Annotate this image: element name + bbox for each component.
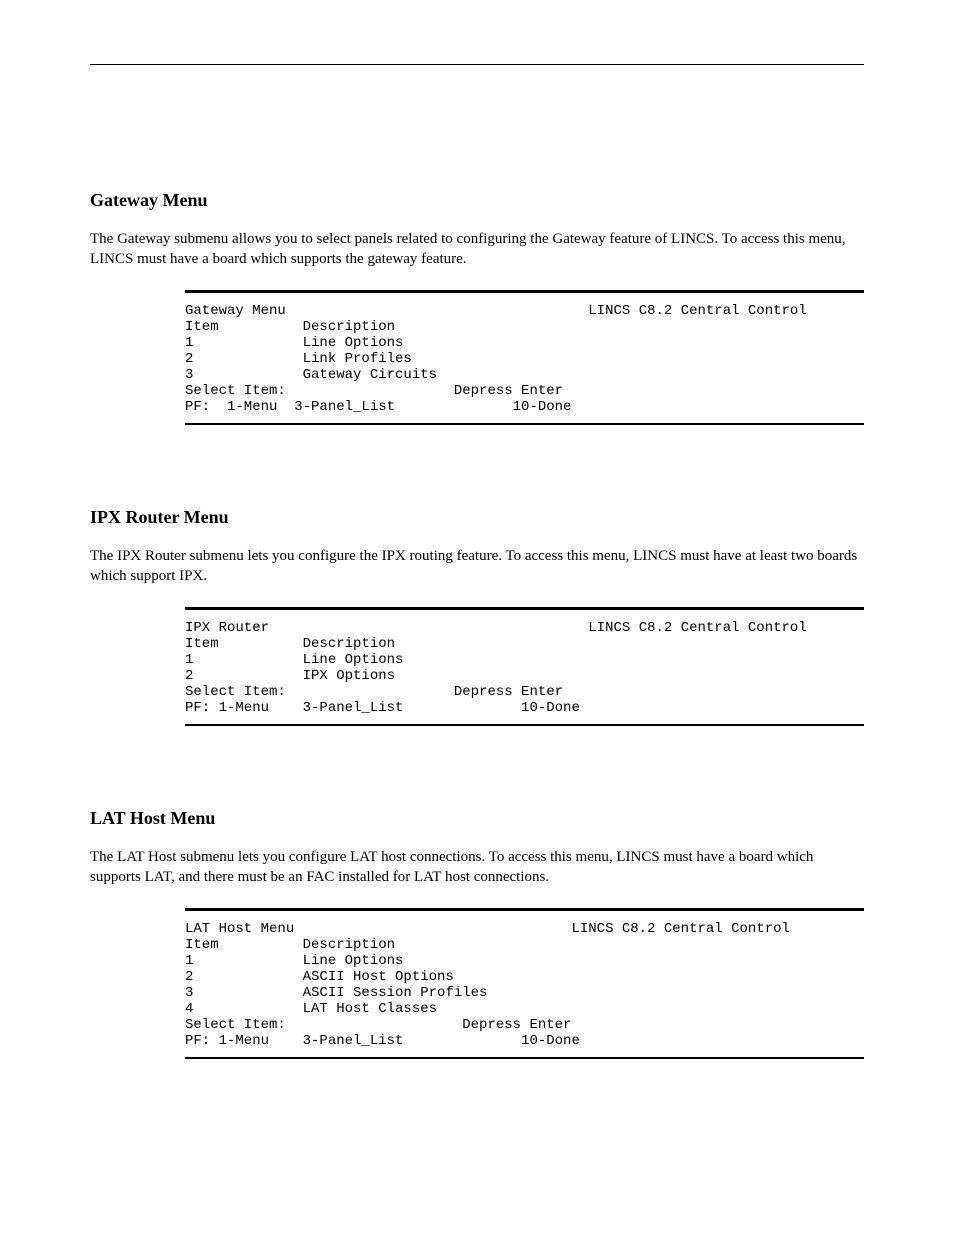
panel-wrap: LAT Host Menu LINCS C8.2 Central Control… [0,908,954,1060]
section-title: Gateway Menu [90,190,864,211]
panel-prompt: Select Item: Depress Enter [185,684,563,700]
panel-row: 1 Line Options [185,652,403,668]
panel-row: 4 LAT Host Classes [185,1001,437,1017]
spacer [0,726,954,808]
panel-header-left: Gateway Menu [185,303,286,319]
panel-wrap: Gateway Menu LINCS C8.2 Central Control … [0,290,954,426]
panel-header-left: LAT Host Menu [185,921,294,937]
section-ipx: IPX Router Menu The IPX Router submenu l… [90,507,864,587]
panel-prompt: Select Item: Depress Enter [185,383,563,399]
panel-row: 1 Line Options [185,335,403,351]
section-title: LAT Host Menu [90,808,864,829]
terminal-panel: IPX Router LINCS C8.2 Central Control It… [185,607,864,727]
terminal-panel: Gateway Menu LINCS C8.2 Central Control … [185,290,864,426]
section-intro: The LAT Host submenu lets you configure … [90,847,864,888]
panel-wrap: IPX Router LINCS C8.2 Central Control It… [0,607,954,727]
panel-header-right: LINCS C8.2 Central Control [588,303,806,319]
section-intro: The IPX Router submenu lets you configur… [90,546,864,587]
panel-pf: PF: 1-Menu 3-Panel_List 10-Done [185,700,580,716]
panel-row: 2 Link Profiles [185,351,412,367]
panel-row: 1 Line Options [185,953,403,969]
spacer [0,65,954,190]
panel-row: 2 ASCII Host Options [185,969,454,985]
panel-pf: PF: 1-Menu 3-Panel_List 10-Done [185,1033,580,1049]
panel-pf: PF: 1-Menu 3-Panel_List 10-Done [185,399,571,415]
panel-row: 2 IPX Options [185,668,395,684]
section-intro: The Gateway submenu allows you to select… [90,229,864,270]
panel-header-left: IPX Router [185,620,269,636]
section-title: IPX Router Menu [90,507,864,528]
section-gateway: Gateway Menu The Gateway submenu allows … [90,190,864,270]
spacer [0,425,954,507]
terminal-panel: LAT Host Menu LINCS C8.2 Central Control… [185,908,864,1060]
panel-columns: Item Description [185,319,395,335]
panel-prompt: Select Item: Depress Enter [185,1017,571,1033]
panel-header-right: LINCS C8.2 Central Control [571,921,789,937]
panel-columns: Item Description [185,636,395,652]
panel-columns: Item Description [185,937,395,953]
section-lat: LAT Host Menu The LAT Host submenu lets … [90,808,864,888]
page-header-rule [90,40,864,65]
panel-row: 3 ASCII Session Profiles [185,985,487,1001]
panel-header-right: LINCS C8.2 Central Control [588,620,806,636]
panel-row: 3 Gateway Circuits [185,367,437,383]
